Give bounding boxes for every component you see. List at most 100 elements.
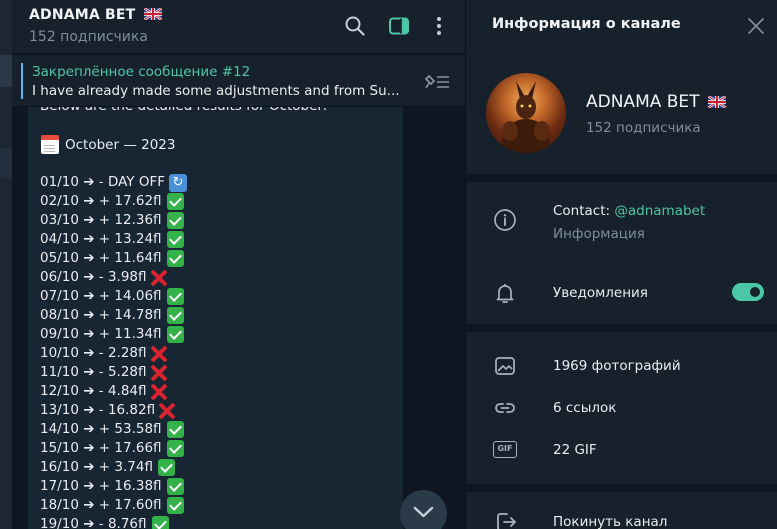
result-row: 03/10 ➔ + 12.36fl [40, 211, 187, 230]
close-icon[interactable] [747, 17, 765, 35]
check-mark-icon [166, 421, 184, 438]
result-row-text: 11/10 ➔ - 5.28fl [40, 364, 147, 380]
result-row-text: 15/10 ➔ + 17.66fl [40, 440, 162, 456]
leave-channel-button[interactable]: Покинуть канал [553, 514, 667, 529]
result-row-text: 05/10 ➔ + 11.64fl [40, 250, 162, 266]
results-list: 01/10 ➔ - DAY OFF ↻ 02/10 ➔ + 17.62fl 03/10… [40, 173, 188, 529]
result-row: 18/10 ➔ + 17.60fl [40, 496, 187, 515]
cross-mark-icon [150, 364, 168, 382]
check-mark-icon [157, 459, 175, 476]
calendar-icon [41, 135, 59, 154]
check-mark-icon [166, 193, 184, 210]
cross-mark-icon [158, 402, 176, 420]
avatar[interactable] [486, 73, 566, 153]
contact-link[interactable]: @adnamabet [614, 203, 705, 219]
result-row: 16/10 ➔ + 3.74fl [40, 458, 187, 477]
links-row[interactable]: 6 ссылок [553, 400, 616, 416]
more-vertical-icon[interactable] [427, 14, 451, 38]
result-row-text: 12/10 ➔ - 4.84fl [40, 383, 147, 399]
chat-title-text: ADNAMA BET [29, 7, 136, 23]
section-divider [466, 324, 777, 332]
result-row: 14/10 ➔ + 53.58fl [40, 420, 187, 439]
cross-mark-icon [150, 383, 168, 401]
result-row: 09/10 ➔ + 11.34fl [40, 325, 187, 344]
photo-icon [495, 357, 515, 375]
result-row: 15/10 ➔ + 17.66fl [40, 439, 187, 458]
result-row: 12/10 ➔ - 4.84fl [40, 382, 187, 401]
chat-header[interactable]: ADNAMA BET 152 подписчика [12, 0, 465, 54]
result-row-text: 17/10 ➔ + 16.38fl [40, 478, 162, 494]
result-row-text: 16/10 ➔ + 3.74fl [40, 459, 153, 475]
link-icon [495, 403, 515, 413]
check-mark-icon [166, 440, 184, 457]
month-heading: October — 2023 [41, 135, 175, 154]
contact-row[interactable]: Contact: @adnamabet [553, 203, 705, 219]
info-panel-title: Информация о канале [492, 16, 681, 32]
result-row: 07/10 ➔ + 14.06fl [40, 287, 187, 306]
result-row-text: 03/10 ➔ + 12.36fl [40, 212, 162, 228]
result-row: 19/10 ➔ - 8.76fl [40, 515, 187, 529]
result-row-text: 04/10 ➔ + 13.24fl [40, 231, 162, 247]
result-row: 11/10 ➔ - 5.28fl [40, 363, 187, 382]
leave-icon [497, 513, 516, 529]
check-mark-icon [166, 288, 184, 305]
search-icon[interactable] [343, 14, 367, 38]
result-row-text: 09/10 ➔ + 11.34fl [40, 326, 162, 342]
contact-label: Contact: [553, 203, 615, 219]
repeat-icon: ↻ [169, 173, 188, 192]
contact-sub: Информация [553, 226, 645, 242]
result-row-text: 10/10 ➔ - 2.28fl [40, 345, 147, 361]
pinned-message-bar[interactable]: Закреплённое сообщение #12 I have alread… [12, 55, 465, 107]
sidebar-toggle-icon[interactable] [387, 14, 411, 38]
notifications-toggle[interactable] [732, 283, 764, 301]
month-text: October — 2023 [65, 136, 176, 153]
result-row-text: 14/10 ➔ + 53.58fl [40, 421, 162, 437]
chat-subscribers: 152 подписчика [29, 29, 148, 45]
pin-list-icon[interactable] [423, 71, 451, 91]
chat-area: ADNAMA BET 152 подписчика Below are the … [0, 0, 465, 529]
avatar-image [500, 81, 552, 153]
result-row-text: 19/10 ➔ - 8.76fl [40, 516, 147, 529]
check-mark-icon [166, 326, 184, 343]
result-row: 13/10 ➔ - 16.82fl [40, 401, 187, 420]
profile-name-text: ADNAMA BET [586, 92, 700, 112]
section-divider [466, 174, 777, 182]
result-row: 17/10 ➔ + 16.38fl [40, 477, 187, 496]
message-bubble[interactable]: Below are the detailed results for Octob… [28, 100, 403, 529]
result-row: 02/10 ➔ + 17.62fl [40, 192, 187, 211]
uk-flag-icon [143, 8, 162, 20]
photos-row[interactable]: 1969 фотографий [553, 358, 681, 374]
pinned-text: I have already made some adjustments and… [32, 83, 400, 99]
check-mark-icon [166, 231, 184, 248]
check-mark-icon [166, 497, 184, 514]
result-row-text: 18/10 ➔ + 17.60fl [40, 497, 162, 513]
result-row: 01/10 ➔ - DAY OFF ↻ [40, 173, 188, 192]
cross-mark-icon [150, 345, 168, 363]
result-row-text: 08/10 ➔ + 14.78fl [40, 307, 162, 323]
check-mark-icon [166, 307, 184, 324]
scroll-down-button[interactable] [400, 490, 447, 529]
cross-mark-icon [150, 269, 168, 287]
chat-list-edge[interactable] [0, 0, 12, 529]
chevron-down-icon [413, 506, 434, 518]
bell-icon [496, 284, 514, 303]
result-row-text: 02/10 ➔ + 17.62fl [40, 193, 162, 209]
chat-title[interactable]: ADNAMA BET [29, 7, 162, 23]
gifs-row[interactable]: 22 GIF [553, 442, 597, 458]
channel-info-panel: Информация о канале ADNAMA BET 152 подпи… [465, 0, 777, 529]
check-mark-icon [166, 478, 184, 495]
profile-name: ADNAMA BET [586, 92, 726, 112]
result-row: 04/10 ➔ + 13.24fl [40, 230, 187, 249]
result-row: 10/10 ➔ - 2.28fl [40, 344, 187, 363]
info-icon [494, 209, 516, 231]
check-mark-icon [151, 516, 169, 529]
result-row: 05/10 ➔ + 11.64fl [40, 249, 187, 268]
result-row: 08/10 ➔ + 14.78fl [40, 306, 187, 325]
section-divider [466, 484, 777, 492]
uk-flag-icon [707, 96, 726, 108]
profile-subscribers: 152 подписчика [586, 120, 701, 136]
check-mark-icon [166, 250, 184, 267]
result-row-text: 07/10 ➔ + 14.06fl [40, 288, 162, 304]
result-row-text: 01/10 ➔ - DAY OFF [40, 174, 166, 190]
pinned-indicator [21, 63, 23, 99]
